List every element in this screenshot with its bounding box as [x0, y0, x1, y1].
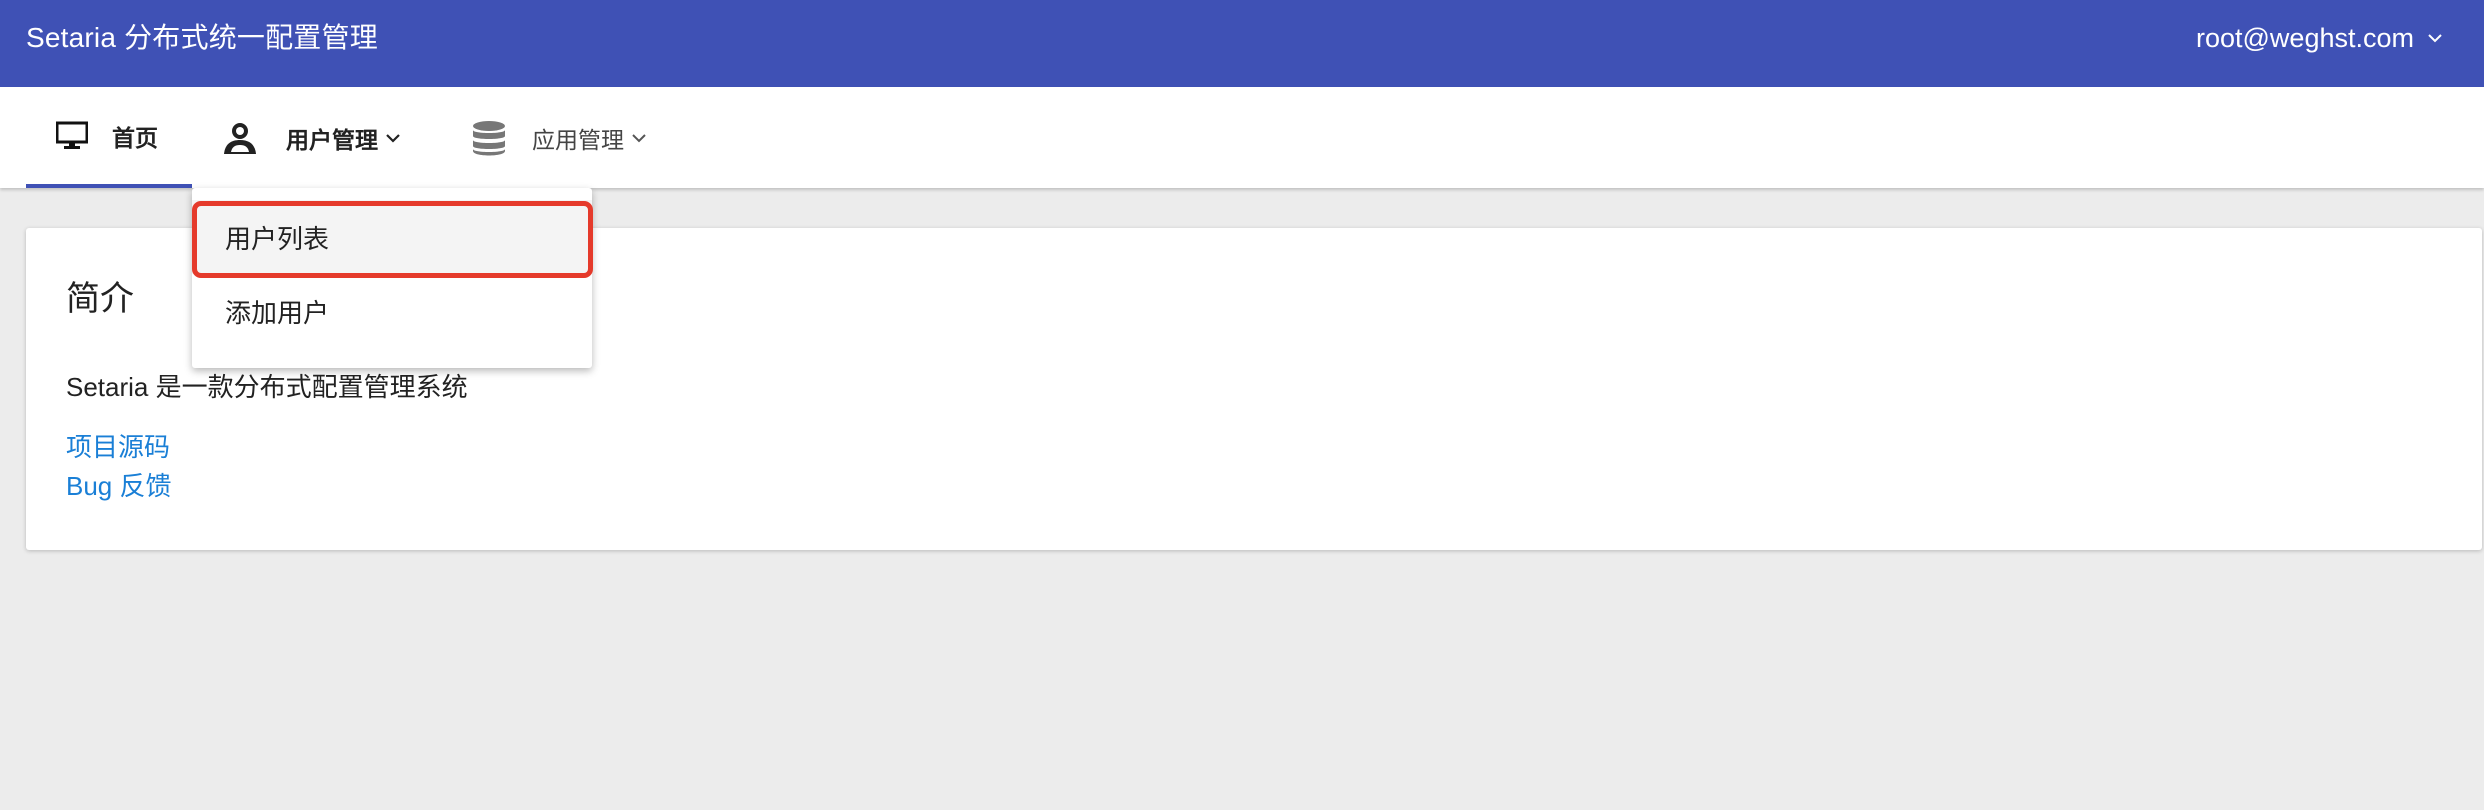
- nav-apps-label: 应用管理: [532, 126, 624, 153]
- nav-bar: 首页 用户管理 应用管理: [0, 87, 2484, 188]
- monitor-icon: [56, 121, 88, 151]
- menu-item-add-user[interactable]: 添加用户: [192, 274, 592, 348]
- nav-users-label: 用户管理: [286, 126, 378, 153]
- nav-item-home[interactable]: 首页: [26, 87, 192, 188]
- menu-item-user-list[interactable]: 用户列表: [192, 200, 592, 274]
- source-code-link[interactable]: 项目源码: [66, 430, 170, 464]
- database-icon: [472, 120, 506, 156]
- user-email: root@weghst.com: [2196, 23, 2414, 53]
- chevron-down-icon: [386, 133, 400, 143]
- user-menu[interactable]: root@weghst.com: [2196, 20, 2442, 56]
- bug-report-link[interactable]: Bug 反馈: [66, 469, 172, 503]
- chevron-down-icon: [2428, 33, 2442, 43]
- user-icon: [222, 121, 260, 155]
- card-title: 简介: [66, 280, 134, 318]
- app-header: Setaria 分布式统一配置管理 root@weghst.com: [0, 0, 2484, 87]
- nav-item-users[interactable]: 用户管理: [222, 87, 400, 188]
- app-title: Setaria 分布式统一配置管理: [26, 22, 378, 53]
- chevron-down-icon: [632, 133, 646, 143]
- card-description: Setaria 是一款分布式配置管理系统: [66, 372, 468, 402]
- nav-item-apps[interactable]: 应用管理: [472, 87, 646, 188]
- user-management-dropdown: 用户列表 添加用户: [192, 188, 592, 368]
- nav-home-label: 首页: [112, 124, 158, 151]
